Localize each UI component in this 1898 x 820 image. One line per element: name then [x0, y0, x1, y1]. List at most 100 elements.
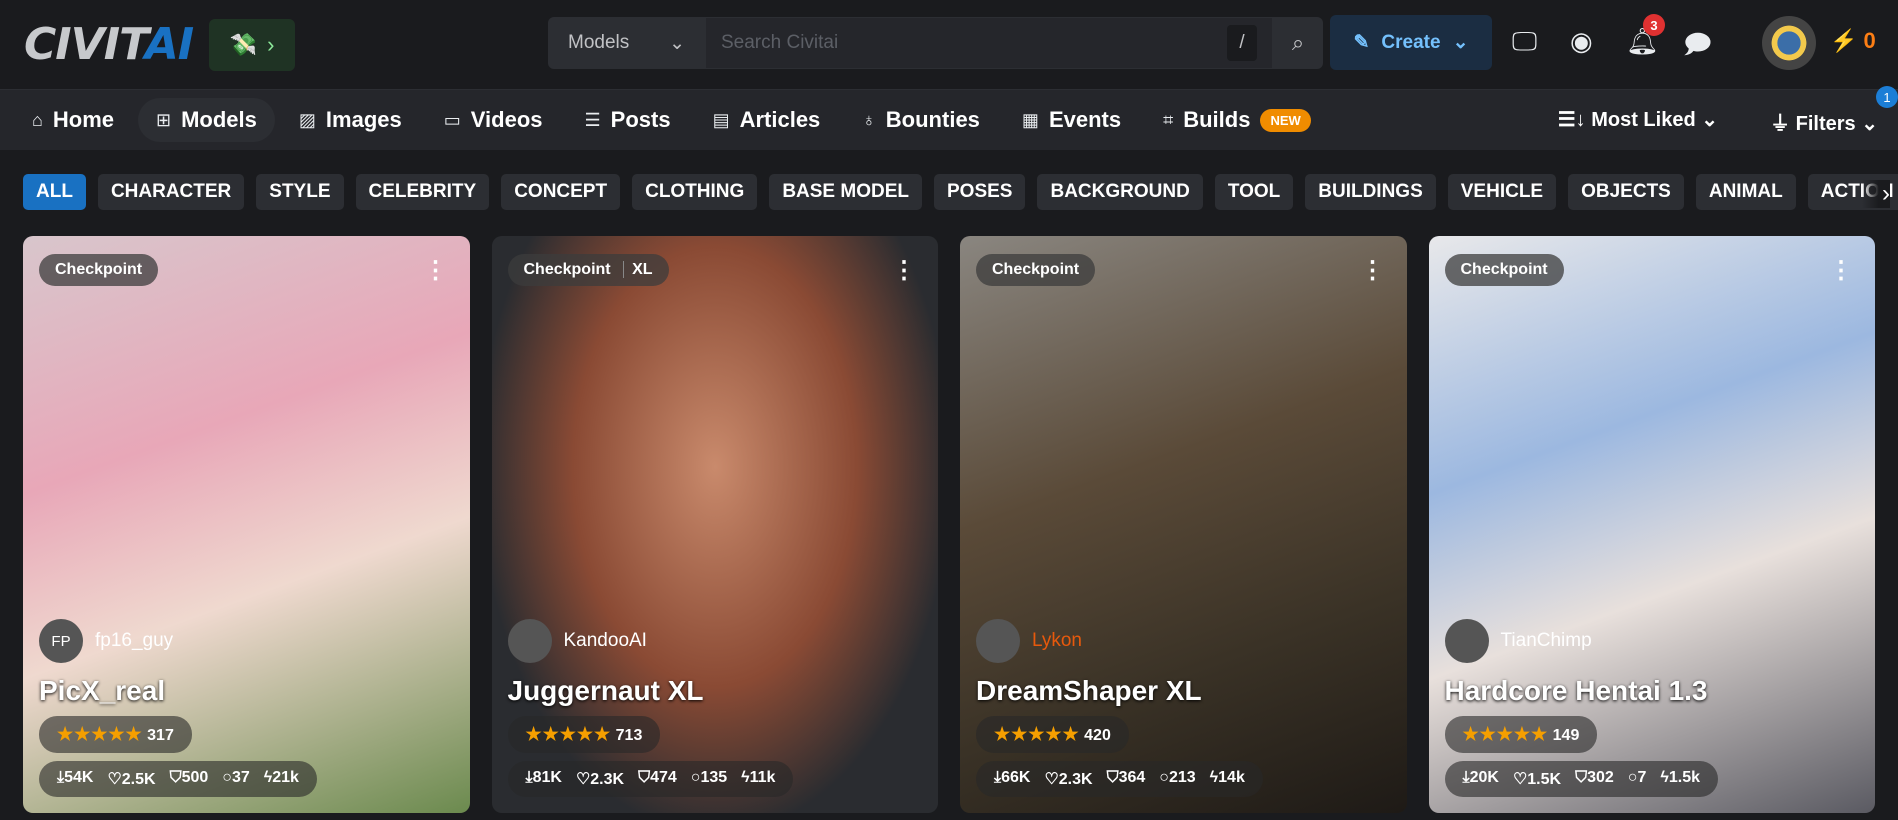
- chevron-down-icon: ⌄: [669, 32, 685, 54]
- model-title: PicX_real: [39, 675, 166, 706]
- download-icon: ⤓: [525, 769, 533, 786]
- rating: ★★★★★ 149: [1444, 716, 1598, 753]
- chat-icon[interactable]: 🗩: [1683, 26, 1712, 70]
- comment-icon: ○: [222, 769, 232, 786]
- creator-avatar: [1444, 619, 1489, 663]
- chip-base-model[interactable]: BASE MODEL: [769, 174, 922, 210]
- chip-poses[interactable]: POSES: [934, 174, 1026, 210]
- bolt-icon: ϟ: [1209, 769, 1219, 786]
- comment-icon: ○: [1159, 769, 1169, 786]
- buzz-balance[interactable]: ⚡ 0: [1830, 28, 1876, 54]
- events-icon: ▦: [1021, 109, 1039, 130]
- more-options-icon[interactable]: ⋮: [892, 256, 916, 285]
- bookmark-icon: ⛉: [1106, 769, 1119, 786]
- bolt-icon: ϟ: [741, 769, 750, 786]
- bookmark-icon: ⛉: [1575, 769, 1588, 786]
- star-icon: ★★★★★: [57, 724, 143, 744]
- bookmark-icon: ⛉: [638, 769, 651, 786]
- articles-icon: ▤: [712, 109, 730, 130]
- model-card[interactable]: Checkpoint XL ⋮ KandooAI Juggernaut XL ★…: [491, 236, 938, 813]
- builds-icon: ⌗: [1163, 109, 1174, 130]
- model-type-badge: Checkpoint: [1444, 254, 1564, 286]
- stats: ⤓66K ♡2.3K ⛉364 ○213 ϟ14k: [976, 761, 1263, 797]
- model-card[interactable]: Checkpoint ⋮ Lykon DreamShaper XL ★★★★★ …: [960, 236, 1407, 813]
- model-type-badge: Checkpoint XL: [507, 254, 669, 286]
- creator[interactable]: FP fp16_guy: [39, 619, 173, 663]
- filter-icon: ⏚: [1770, 113, 1791, 135]
- chip-clothing[interactable]: CLOTHING: [632, 174, 758, 210]
- chip-background[interactable]: BACKGROUND: [1037, 174, 1203, 210]
- brush-icon: ✎: [1353, 32, 1370, 53]
- more-options-icon[interactable]: ⋮: [1361, 256, 1385, 285]
- nav-item-articles[interactable]: ▤ Articles: [695, 98, 839, 142]
- download-icon: ⤓: [1462, 769, 1470, 786]
- chevron-right-icon: ›: [267, 31, 275, 57]
- model-card[interactable]: Checkpoint ⋮ FP fp16_guy PicX_real ★★★★★ …: [23, 236, 470, 813]
- nav-item-videos[interactable]: ▭ Videos: [426, 98, 561, 142]
- creator[interactable]: TianChimp: [1444, 619, 1592, 663]
- models-icon: ⊞: [156, 109, 172, 130]
- category-chips: ALL CHARACTER STYLE CELEBRITY CONCEPT CLOTHIN…: [0, 150, 1898, 236]
- search-button[interactable]: ⌕: [1273, 17, 1323, 69]
- heart-icon: ♡: [107, 771, 122, 788]
- chip-style[interactable]: STYLE: [256, 174, 344, 210]
- screen-share-icon[interactable]: 🖵: [1512, 26, 1537, 58]
- creator[interactable]: Lykon: [976, 619, 1082, 663]
- model-type-badge: Checkpoint: [976, 254, 1096, 286]
- filter-count-badge: 1: [1876, 86, 1898, 108]
- buzz-promo-button[interactable]: 💸 ›: [209, 18, 296, 71]
- search-input[interactable]: Search Civitai /: [705, 17, 1273, 69]
- nav-item-posts[interactable]: ☰ Posts: [567, 98, 689, 142]
- model-title: Hardcore Hentai 1.3: [1444, 675, 1708, 706]
- star-icon: ★★★★★: [1462, 724, 1549, 744]
- more-options-icon[interactable]: ⋮: [424, 256, 448, 285]
- model-grid: Checkpoint ⋮ FP fp16_guy PicX_real ★★★★★ …: [0, 236, 1898, 813]
- filters-button[interactable]: ⏚ Filters ⌄: [1770, 107, 1878, 136]
- creator[interactable]: KandooAI: [507, 619, 647, 663]
- civitai-logo[interactable]: CIVITAI: [24, 19, 194, 70]
- chip-all[interactable]: ALL: [23, 174, 86, 210]
- nav-item-builds[interactable]: ⌗ Builds NEW: [1145, 98, 1329, 142]
- nav-item-events[interactable]: ▦ Events: [1004, 98, 1139, 142]
- videos-icon: ▭: [443, 109, 461, 130]
- chip-animal[interactable]: ANIMAL: [1695, 174, 1796, 210]
- nav-item-bounties[interactable]: ♁ Bounties: [844, 98, 998, 142]
- nav-item-home[interactable]: ⌂ Home: [14, 98, 132, 142]
- heart-icon: ♡: [1044, 771, 1059, 788]
- top-header: CIVITAI 💸 › Models ⌄ Search Civitai / ⌕ ✎ Cr…: [0, 0, 1898, 90]
- chip-character[interactable]: CHARACTER: [97, 174, 245, 210]
- rating: ★★★★★ 420: [976, 716, 1129, 753]
- eye-icon[interactable]: ◉: [1570, 26, 1593, 57]
- model-title: DreamShaper XL: [976, 675, 1202, 706]
- shortcut-hint: /: [1227, 25, 1257, 61]
- heart-icon: ♡: [575, 771, 591, 788]
- sort-dropdown[interactable]: ☰↓ Most Liked ⌄: [1558, 107, 1718, 132]
- creator-avatar: [507, 619, 552, 663]
- chevron-down-icon: ⌄: [1452, 32, 1469, 53]
- notification-count-badge: 3: [1643, 14, 1665, 36]
- chip-vehicle[interactable]: VEHICLE: [1447, 174, 1557, 210]
- nav-item-images[interactable]: ▨ Images: [281, 98, 420, 142]
- rating: ★★★★★ 317: [39, 716, 192, 753]
- chip-objects[interactable]: OBJECTS: [1568, 174, 1684, 210]
- user-avatar[interactable]: [1762, 16, 1816, 70]
- chip-celebrity[interactable]: CELEBRITY: [355, 174, 490, 210]
- rating: ★★★★★ 713: [507, 716, 661, 753]
- scroll-right-icon[interactable]: ›: [1862, 180, 1890, 208]
- bounties-icon: ♁: [862, 109, 876, 130]
- model-type-badge: Checkpoint: [39, 254, 159, 286]
- bolt-icon: ϟ: [263, 769, 273, 786]
- model-card[interactable]: Checkpoint ⋮ TianChimp Hardcore Hentai 1…: [1428, 236, 1875, 813]
- create-button[interactable]: ✎ Create ⌄: [1330, 15, 1492, 70]
- nav-item-models[interactable]: ⊞ Models: [138, 98, 275, 142]
- chip-tool[interactable]: TOOL: [1214, 174, 1294, 210]
- chip-buildings[interactable]: BUILDINGS: [1305, 174, 1436, 210]
- stats: ⤓81K ♡2.3K ⛉474 ○135 ϟ11k: [507, 761, 794, 797]
- star-icon: ★★★★★: [994, 724, 1080, 744]
- home-icon: ⌂: [32, 109, 43, 130]
- more-options-icon[interactable]: ⋮: [1829, 256, 1853, 285]
- model-title: Juggernaut XL: [507, 675, 704, 706]
- main-nav: ⌂ Home ⊞ Models ▨ Images ▭ Videos ☰ Posts ▤ Article…: [0, 86, 1898, 150]
- search-scope-select[interactable]: Models ⌄: [548, 17, 705, 69]
- chip-concept[interactable]: CONCEPT: [501, 174, 621, 210]
